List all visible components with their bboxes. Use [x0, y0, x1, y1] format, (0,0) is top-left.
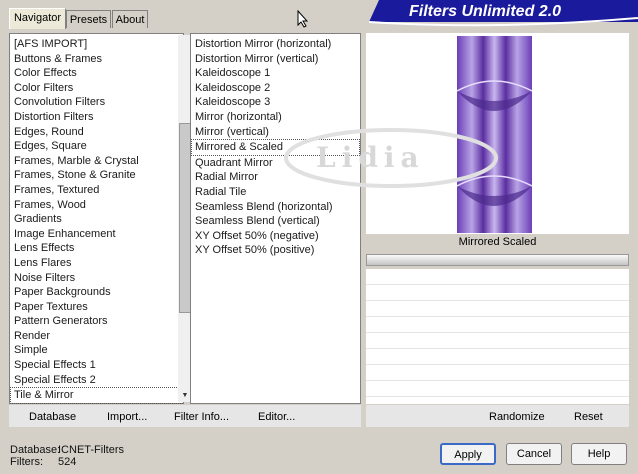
tab-presets[interactable]: Presets: [66, 10, 111, 28]
category-item[interactable]: Noise Filters: [10, 271, 183, 286]
cursor-icon: [297, 10, 309, 28]
database-value: ICNET-Filters: [58, 444, 124, 456]
category-item[interactable]: Color Filters: [10, 81, 183, 96]
apply-button[interactable]: Apply: [440, 443, 496, 465]
category-item[interactable]: Frames, Marble & Crystal: [10, 154, 183, 169]
filter-item[interactable]: Kaleidoscope 2: [191, 81, 360, 96]
category-item[interactable]: Lens Effects: [10, 241, 183, 256]
category-item[interactable]: Pattern Generators: [10, 314, 183, 329]
filter-item[interactable]: Seamless Blend (horizontal): [191, 200, 360, 215]
filter-item[interactable]: Kaleidoscope 3: [191, 95, 360, 110]
category-item[interactable]: Frames, Wood: [10, 198, 183, 213]
help-button[interactable]: Help: [571, 443, 627, 465]
app-title: Filters Unlimited 2.0: [409, 3, 562, 20]
title-banner: Filters Unlimited 2.0: [368, 0, 638, 27]
preview-panel: Lidia Mirrored Scaled: [284, 33, 629, 404]
filter-item[interactable]: XY Offset 50% (positive): [191, 243, 360, 258]
category-item[interactable]: Paper Textures: [10, 300, 183, 315]
cancel-button[interactable]: Cancel: [506, 443, 562, 465]
category-item[interactable]: Render: [10, 329, 183, 344]
category-item[interactable]: [AFS IMPORT]: [10, 37, 183, 52]
editor-button[interactable]: Editor...: [258, 411, 295, 423]
category-item[interactable]: Convolution Filters: [10, 95, 183, 110]
import-button[interactable]: Import...: [107, 411, 147, 423]
category-item[interactable]: Image Enhancement: [10, 227, 183, 242]
tab-about[interactable]: About: [112, 10, 148, 28]
filter-info-button[interactable]: Filter Info...: [174, 411, 229, 423]
category-item[interactable]: Buttons & Frames: [10, 52, 183, 67]
database-label: Database:: [10, 444, 61, 456]
filter-item[interactable]: XY Offset 50% (negative): [191, 229, 360, 244]
category-item[interactable]: Gradients: [10, 212, 183, 227]
category-item[interactable]: Frames, Textured: [10, 183, 183, 198]
randomize-button[interactable]: Randomize: [489, 411, 545, 423]
preview-area: Lidia: [284, 33, 629, 234]
reset-button[interactable]: Reset: [574, 411, 603, 423]
category-list[interactable]: [AFS IMPORT] Buttons & Frames Color Effect…: [10, 34, 183, 404]
filter-list-panel: Distortion Mirror (horizontal) Distortion…: [190, 33, 361, 404]
category-item[interactable]: Simple: [10, 343, 183, 358]
category-item[interactable]: Special Effects 1: [10, 358, 183, 373]
category-item[interactable]: Paper Backgrounds: [10, 285, 183, 300]
preview-label: Mirrored Scaled: [458, 236, 537, 248]
filter-item[interactable]: Kaleidoscope 1: [191, 66, 360, 81]
category-item[interactable]: Distortion Filters: [10, 110, 183, 125]
category-item[interactable]: Special Effects 2: [10, 373, 183, 388]
filter-item[interactable]: Distortion Mirror (horizontal): [191, 37, 360, 52]
filter-item[interactable]: Distortion Mirror (vertical): [191, 52, 360, 67]
category-item[interactable]: Edges, Square: [10, 139, 183, 154]
parameter-area: [366, 269, 629, 404]
category-item[interactable]: Edges, Round: [10, 125, 183, 140]
category-item[interactable]: Frames, Stone & Granite: [10, 168, 183, 183]
filter-item[interactable]: Seamless Blend (vertical): [191, 214, 360, 229]
category-item[interactable]: Tile & Mirror: [10, 387, 183, 404]
filters-label: Filters:: [10, 456, 43, 468]
database-button[interactable]: Database: [29, 411, 76, 423]
parameter-slider[interactable]: [366, 254, 629, 266]
category-item[interactable]: Lens Flares: [10, 256, 183, 271]
tab-navigator[interactable]: Navigator: [9, 8, 66, 29]
watermark-text: Lidia: [316, 141, 425, 174]
category-list-panel: [AFS IMPORT] Buttons & Frames Color Effect…: [9, 33, 192, 404]
filters-count: 524: [58, 456, 77, 468]
category-item[interactable]: Color Effects: [10, 66, 183, 81]
